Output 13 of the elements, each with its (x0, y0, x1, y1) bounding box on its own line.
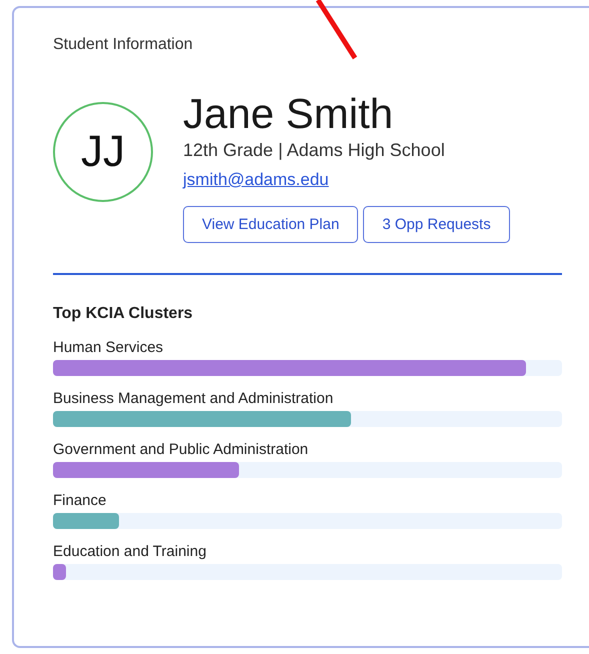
avatar: JJ (53, 102, 153, 202)
cluster-label: Government and Public Administration (53, 441, 308, 458)
cluster-label: Finance (53, 492, 106, 509)
section-title: Top KCIA Clusters (53, 305, 193, 323)
cluster-label: Education and Training (53, 543, 206, 560)
student-details: 12th Grade | Adams High School (183, 140, 445, 161)
action-button[interactable]: View Education Plan (183, 206, 358, 243)
cluster-label: Human Services (53, 339, 164, 356)
card-title: Student Information (53, 36, 193, 54)
cluster-label: Business Management and Administration (53, 390, 334, 407)
email-link[interactable]: jsmith@adams.edu (183, 170, 329, 190)
student-name: Jane Smith (183, 90, 394, 138)
action-button[interactable]: 3 Opp Requests (363, 206, 510, 243)
